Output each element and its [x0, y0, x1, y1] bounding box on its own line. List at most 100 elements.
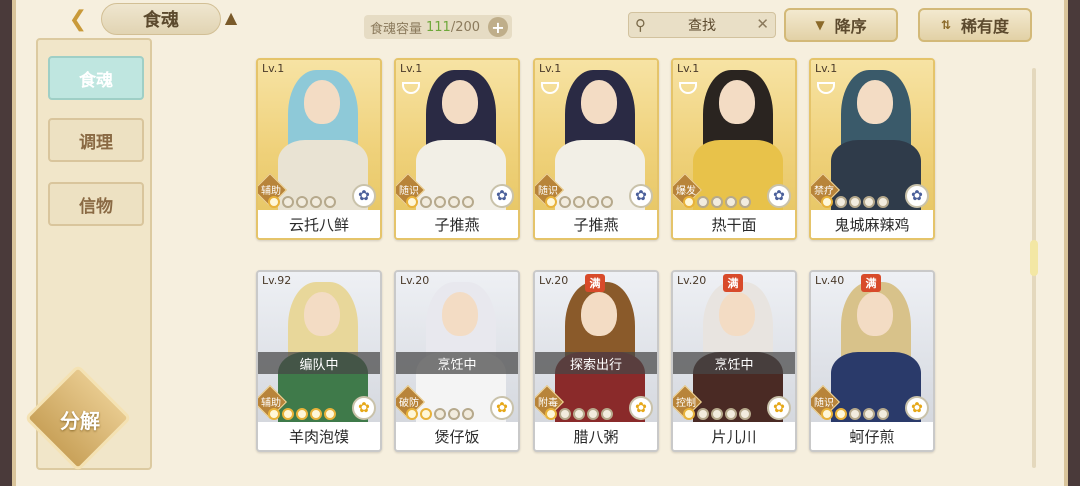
star-rating [406, 196, 474, 210]
character-name: 云托八鲜 [258, 210, 380, 238]
star-icon [310, 196, 322, 208]
star-icon [282, 196, 294, 208]
page-title: 食魂 [101, 3, 221, 35]
level-label: Lv.20 [677, 274, 707, 287]
search-input[interactable]: ⚲ 查找 ✕ [628, 12, 776, 38]
star-icon [697, 408, 709, 420]
star-icon [835, 196, 847, 208]
star-icon [573, 196, 585, 208]
food-soul-card[interactable]: Lv.1 随识 ✿ 子推燕 [533, 58, 659, 240]
star-icon [711, 408, 723, 420]
capacity-total: /200 [450, 19, 481, 35]
tab-food-souls[interactable]: 食魂 [48, 56, 144, 100]
character-name: 子推燕 [535, 210, 657, 238]
level-label: Lv.20 [539, 274, 569, 287]
portrait-face [857, 80, 893, 124]
portrait-face [442, 292, 478, 336]
star-icon [877, 196, 889, 208]
capacity-label: 食魂容量 [370, 21, 423, 37]
star-icon [711, 196, 723, 208]
clear-icon[interactable]: ✕ [756, 15, 769, 33]
star-icon [324, 196, 336, 208]
triangle-down-icon: ▼ [815, 18, 825, 32]
food-soul-card[interactable]: Lv.1 随识 ✿ 子推燕 [394, 58, 520, 240]
sort-order-button[interactable]: ▼ 降序 [784, 8, 898, 42]
tab-conditioning[interactable]: 调理 [48, 118, 144, 162]
level-label: Lv.1 [539, 62, 562, 75]
star-icon [877, 408, 889, 420]
food-soul-card[interactable]: Lv.92 编队中 辅助 ✿ 羊肉泡馍 [256, 270, 382, 452]
capacity-indicator: 食魂容量 111 /200 + [364, 15, 512, 39]
star-icon [849, 196, 861, 208]
character-name: 片儿川 [673, 422, 795, 450]
flower-icon: ✿ [629, 396, 653, 420]
star-rating [821, 196, 889, 210]
star-rating [683, 196, 751, 210]
max-badge: 满 [861, 274, 881, 292]
flower-icon: ✿ [767, 184, 791, 208]
sort-key-label: 稀有度 [961, 17, 1010, 36]
star-icon [821, 408, 833, 420]
food-soul-card[interactable]: Lv.20 满探索出行 附毒 ✿ 腊八粥 [533, 270, 659, 452]
portrait-face [442, 80, 478, 124]
star-icon [559, 196, 571, 208]
star-rating [406, 408, 474, 422]
back-button[interactable]: ❮ [54, 2, 102, 36]
search-icon: ⚲ [635, 16, 646, 34]
flower-icon: ✿ [629, 184, 653, 208]
food-soul-card[interactable]: Lv.40 满随识 ✿ 蚵仔煎 [809, 270, 935, 452]
straw-hat-icon[interactable]: ▲ [220, 8, 242, 28]
level-label: Lv.1 [400, 62, 423, 75]
star-icon [324, 408, 336, 420]
portrait-face [857, 292, 893, 336]
tab-tokens[interactable]: 信物 [48, 182, 144, 226]
level-label: Lv.1 [677, 62, 700, 75]
star-rating [268, 408, 336, 422]
food-soul-card[interactable]: Lv.1 辅助 ✿ 云托八鲜 [256, 58, 382, 240]
star-icon [739, 408, 751, 420]
star-icon [725, 408, 737, 420]
food-soul-card[interactable]: Lv.20 满烹饪中 控制 ✿ 片儿川 [671, 270, 797, 452]
portrait-face [581, 80, 617, 124]
star-rating [268, 196, 336, 210]
character-name: 鬼城麻辣鸡 [811, 210, 933, 238]
status-label: 编队中 [258, 352, 380, 374]
star-icon [697, 196, 709, 208]
star-icon [296, 408, 308, 420]
star-icon [601, 196, 613, 208]
flower-icon: ✿ [352, 396, 376, 420]
portrait-face [581, 292, 617, 336]
swap-arrows-icon: ⇅ [940, 18, 952, 32]
level-label: Lv.1 [262, 62, 285, 75]
star-icon [545, 408, 557, 420]
status-label: 烹饪中 [396, 352, 518, 374]
max-badge: 满 [723, 274, 743, 292]
star-icon [462, 196, 474, 208]
food-soul-card[interactable]: Lv.1 禁疗 ✿ 鬼城麻辣鸡 [809, 58, 935, 240]
character-name: 煲仔饭 [396, 422, 518, 450]
star-icon [296, 196, 308, 208]
star-icon [420, 408, 432, 420]
portrait-face [719, 80, 755, 124]
status-label: 烹饪中 [673, 352, 795, 374]
star-icon [835, 408, 847, 420]
star-icon [448, 408, 460, 420]
add-capacity-button[interactable]: + [488, 17, 508, 37]
decompose-label[interactable]: 分解 [48, 402, 112, 436]
star-icon [601, 408, 613, 420]
star-icon [310, 408, 322, 420]
main-frame: ❮ 食魂 ▲ 食魂容量 111 /200 + ⚲ 查找 ✕ ▼ 降序 ⇅ 稀有度… [12, 0, 1068, 486]
max-badge: 满 [585, 274, 605, 292]
scrollbar-thumb[interactable] [1030, 240, 1038, 276]
food-soul-card[interactable]: Lv.20 烹饪中 破防 ✿ 煲仔饭 [394, 270, 520, 452]
status-label: 探索出行 [535, 352, 657, 374]
star-icon [268, 196, 280, 208]
top-bar: ❮ 食魂 ▲ 食魂容量 111 /200 + ⚲ 查找 ✕ ▼ 降序 ⇅ 稀有度 [16, 0, 1072, 42]
sort-key-button[interactable]: ⇅ 稀有度 [918, 8, 1032, 42]
star-icon [683, 196, 695, 208]
flower-icon: ✿ [490, 184, 514, 208]
star-icon [282, 408, 294, 420]
food-soul-card[interactable]: Lv.1 爆发 ✿ 热干面 [671, 58, 797, 240]
star-icon [406, 408, 418, 420]
character-name: 蚵仔煎 [811, 422, 933, 450]
